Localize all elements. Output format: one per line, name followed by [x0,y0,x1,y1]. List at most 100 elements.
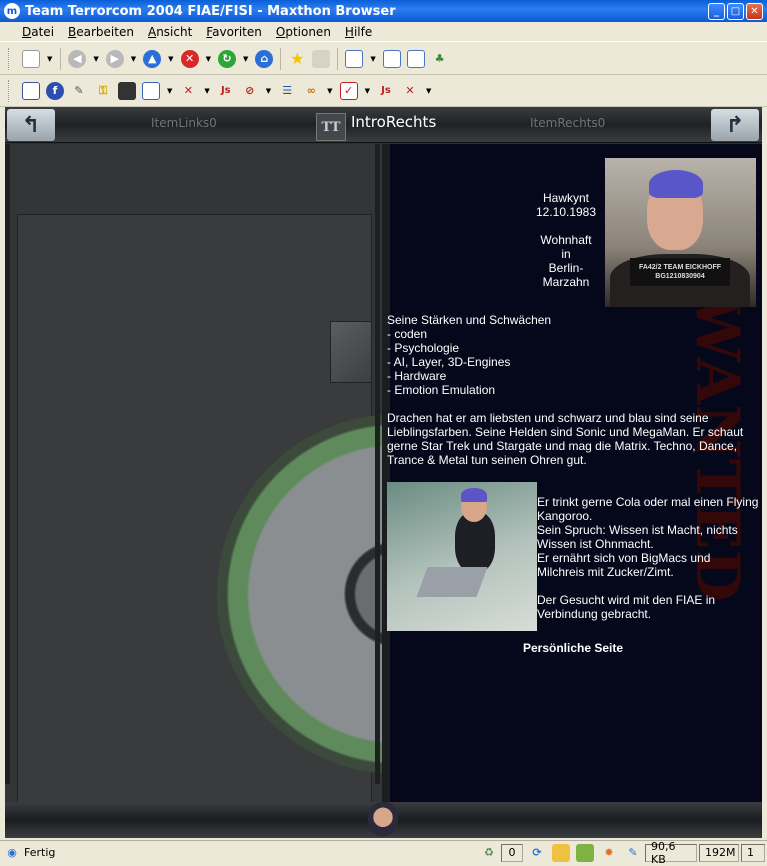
tile-icon[interactable] [406,49,425,68]
status-text: Fertig [24,846,56,859]
avatar [368,802,398,836]
residence-in: in [561,247,571,261]
chevron-down-icon[interactable]: ▼ [370,55,375,63]
chevron-down-icon[interactable]: ▼ [131,55,136,63]
menu-favoriten[interactable]: Favoriten [206,25,262,39]
stop-icon[interactable]: ✕ [180,49,199,68]
toolbar-grip[interactable] [8,47,11,70]
popup-count: 0 [501,843,523,862]
download-icon[interactable] [576,843,594,862]
residence-label: Wohnhaft [540,233,592,247]
tools-icon[interactable]: ✎ [70,82,88,100]
back-icon[interactable]: ◀ [68,49,87,68]
strength-item: - Emotion Emulation [387,383,496,397]
mugshot-sign: FA42/2 TEAM EICKHOFF BG1210830904 [630,258,730,286]
flash-icon[interactable]: f [46,81,64,100]
toolbar-grip[interactable] [8,79,11,102]
left-decoration [5,144,577,809]
screenshot-icon[interactable] [22,81,40,100]
strength-item: - AI, Layer, 3D-Engines [387,355,511,369]
glasses-icon[interactable]: ∞ [302,82,320,100]
chevron-down-icon[interactable]: ▼ [47,55,52,63]
chevron-down-icon[interactable]: ▼ [204,87,209,95]
activex-icon[interactable]: ✕ [401,82,419,100]
menu-bearbeiten[interactable]: Bearbeiten [68,25,134,39]
mugshot-photo: FA42/2 TEAM EICKHOFF BG1210830904 [605,158,756,307]
bio-motto: Sein Spruch: Wissen ist Macht, nichts Wi… [537,523,738,551]
menu-optionen[interactable]: Optionen [276,25,331,39]
js-status-icon[interactable] [552,843,570,862]
nav-right-arrow-icon[interactable]: ↱ [711,109,759,141]
nav-left-arrow-icon[interactable]: ↰ [7,109,55,141]
sign-line-1: FA42/2 TEAM EICKHOFF [638,264,722,271]
chevron-down-icon[interactable]: ▼ [167,87,172,95]
trash-icon[interactable]: ♻ [480,844,498,862]
page-content: ↰ ItemLinks0 TT IntroRechts ItemRechts0 … [5,107,762,838]
forward-icon[interactable]: ▶ [105,49,124,68]
checkbox-icon[interactable]: ✓ [339,81,358,100]
item-right-link[interactable]: ItemRechts0 [530,116,605,130]
profile-birthdate: 12.10.1983 [535,205,597,219]
chevron-down-icon[interactable]: ▼ [327,87,332,95]
page-size: 90,6 KB [645,840,697,866]
javascript-toggle-icon[interactable]: Js [377,82,395,100]
item-left-link[interactable]: ItemLinks0 [151,116,217,130]
form-icon[interactable] [142,81,160,100]
sun-icon[interactable]: ✸ [600,844,618,862]
menu-datei[interactable]: Datei [22,25,54,39]
page-status-icon: ◉ [7,846,17,859]
notes-icon[interactable] [118,81,136,100]
tt-logo: TT [316,113,346,141]
menu-ansicht[interactable]: Ansicht [148,25,192,39]
menu-hilfe[interactable]: Hilfe [345,25,372,39]
bio-drink: Er trinkt gerne Cola oder mal einen Flyi… [537,495,759,523]
up-icon[interactable]: ▲ [143,49,162,68]
memory-usage: 192M [699,843,739,862]
close-button[interactable]: ✕ [746,2,763,20]
block-icon[interactable]: ⊘ [241,82,259,100]
toolbar-separator [280,47,282,70]
chevron-down-icon[interactable]: ▼ [243,55,248,63]
refresh-icon[interactable]: ↻ [217,49,236,68]
bio-food: Er ernährt sich von BigMacs und Milchrei… [537,551,711,579]
fullscreen-icon[interactable] [382,49,401,68]
title-bar: m Team Terrorcom 2004 FIAE/FISI - Maxtho… [0,0,767,22]
users-icon[interactable]: ♣ [431,50,449,68]
edit-icon[interactable]: ✎ [624,844,642,862]
maxthon-icon[interactable]: m [4,3,20,19]
panel-frame [382,144,390,802]
menu-bar: Datei Bearbeiten Ansicht Favoriten Optio… [0,22,767,42]
key-icon[interactable]: ⚿ [94,82,112,100]
browser-window: m Team Terrorcom 2004 FIAE/FISI - Maxtho… [0,0,767,866]
toolbar-separator [337,47,339,70]
new-page-icon[interactable] [22,49,40,68]
strength-item: - Psychologie [387,341,460,355]
minimize-button[interactable]: _ [708,2,725,20]
laptop-photo [387,482,537,631]
sync-icon[interactable]: ⟳ [528,844,546,862]
residence-city-2: Marzahn [542,275,590,289]
left-rail [5,144,10,784]
personal-page-link[interactable]: Persönliche Seite [387,641,759,655]
chevron-down-icon[interactable]: ▼ [266,87,271,95]
maximize-button[interactable]: □ [727,2,744,20]
bio-wanted: Der Gesucht wird mit den FIAE in Verbind… [537,593,716,621]
home-icon[interactable]: ⌂ [255,49,274,68]
status-bar: ◉ Fertig ♻ 0 ⟳ ✸ ✎ 90,6 KB 192M 1 [0,840,767,866]
chevron-down-icon[interactable]: ▼ [365,87,370,95]
history-icon[interactable] [312,49,331,68]
chevron-down-icon[interactable]: ▼ [206,55,211,63]
middle-rail [375,144,380,784]
chevron-down-icon[interactable]: ▼ [168,55,173,63]
favorites-star-icon[interactable]: ★ [288,49,306,68]
tab-count: 1 [741,843,765,862]
window-icon[interactable] [345,49,364,68]
hatch-panel [330,321,372,383]
list-icon[interactable]: ☰ [278,82,296,100]
site-header: ↰ ItemLinks0 TT IntroRechts ItemRechts0 … [5,107,762,143]
strengths-title: Seine Stärken und Schwächen [387,313,552,327]
chevron-down-icon[interactable]: ▼ [93,55,98,63]
popup-blocker-icon[interactable]: ✕ [179,82,197,100]
javascript-icon[interactable]: Js [217,82,235,100]
chevron-down-icon[interactable]: ▼ [426,87,431,95]
